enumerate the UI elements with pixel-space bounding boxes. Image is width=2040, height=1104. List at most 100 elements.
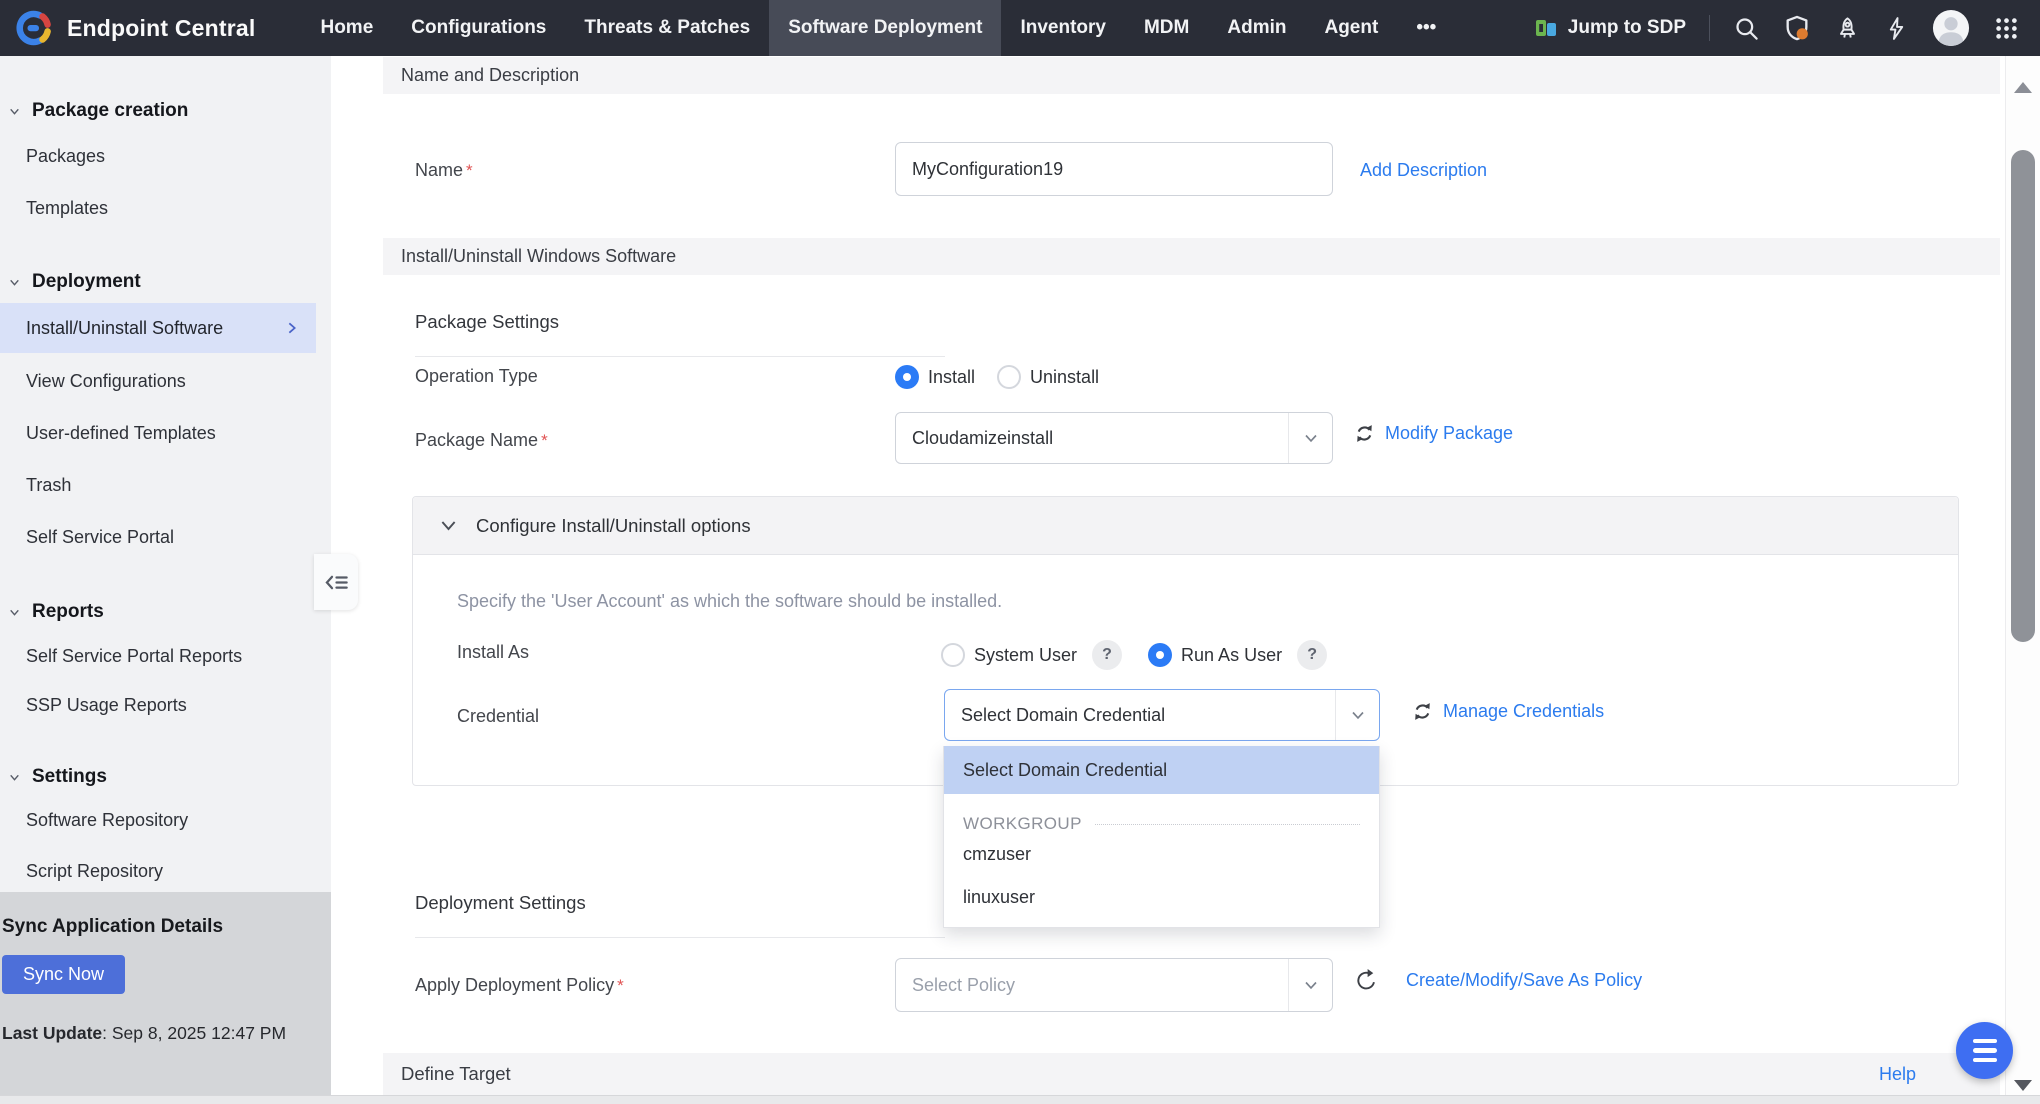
dropdown-option-cmzuser[interactable]: cmzuser [944,834,1379,875]
package-settings-heading: Package Settings [415,311,945,357]
brand[interactable]: Endpoint Central [0,0,301,56]
endpoint-central-logo-icon [14,8,54,48]
sidebar-item-software-repository[interactable]: Software Repository [26,810,188,831]
configuration-name-input[interactable] [895,142,1333,196]
create-modify-save-policy-link[interactable]: Create/Modify/Save As Policy [1406,970,1642,991]
policy-actions: Create/Modify/Save As Policy [1353,967,1642,994]
sidebar-item-packages[interactable]: Packages [26,146,105,167]
last-update-text: Last Update: Sep 8, 2025 12:47 PM [2,1023,321,1044]
chevron-down-icon [8,771,21,784]
sidebar-collapse-toggle[interactable] [314,554,358,610]
modify-package-link[interactable]: Modify Package [1385,423,1513,444]
configuration-form: Name and Description Name* Add Descripti… [383,56,2000,1104]
chevron-down-icon [1288,959,1332,1011]
nav-item-agent[interactable]: Agent [1305,0,1397,56]
jump-to-sdp-label: Jump to SDP [1568,17,1686,39]
scroll-up-arrow[interactable] [2014,82,2032,93]
section-header-name-description: Name and Description [383,57,2000,94]
search-icon[interactable] [1733,15,1760,42]
lightning-icon[interactable] [1884,16,1909,41]
nav-item-more-menu[interactable]: ••• [1397,0,1455,56]
package-name-select[interactable]: Cloudamizeinstall [895,412,1333,464]
sidebar-item-templates[interactable]: Templates [26,198,108,219]
configure-options-header[interactable]: Configure Install/Uninstall options [413,497,1958,555]
sidebar-item-install-uninstall-software[interactable]: Install/Uninstall Software [0,303,316,353]
name-field-label: Name* [415,160,473,181]
required-asterisk: * [466,161,473,180]
required-asterisk: * [617,976,624,995]
chevron-down-icon [8,276,21,289]
nav-item-software-deployment[interactable]: Software Deployment [769,0,1001,56]
sidebar-section-package-creation[interactable]: Package creation [8,100,188,122]
nav-item-configurations[interactable]: Configurations [392,0,565,56]
nav-item-admin[interactable]: Admin [1208,0,1305,56]
jump-to-sdp-link[interactable]: Jump to SDP [1534,16,1686,40]
sidebar-item-self-service-portal-reports[interactable]: Self Service Portal Reports [26,646,242,667]
install-radio[interactable] [895,365,919,389]
sidebar-section-deployment[interactable]: Deployment [8,271,141,293]
sidebar-item-user-defined-templates[interactable]: User-defined Templates [26,423,216,444]
refresh-packages-icon[interactable] [1353,422,1376,445]
deployment-settings-heading: Deployment Settings [415,892,945,938]
sidebar-item-view-configurations[interactable]: View Configurations [26,371,186,392]
vertical-scrollbar[interactable] [2005,56,2040,1095]
required-asterisk: * [541,431,548,451]
package-actions: Modify Package [1353,422,1513,445]
sidebar-item-ssp-usage-reports[interactable]: SSP Usage Reports [26,695,187,716]
uninstall-radio[interactable] [997,365,1021,389]
dropdown-option-linuxuser[interactable]: linuxuser [944,877,1379,918]
nav-utilities: Jump to SDP [1534,0,2040,56]
user-avatar[interactable] [1932,9,1970,47]
credential-actions: Manage Credentials [1411,700,1604,723]
credential-select[interactable]: Select Domain Credential [944,689,1380,741]
assistant-icon[interactable] [1834,15,1861,42]
install-account-hint: Specify the 'User Account' as which the … [457,591,1002,612]
chevron-down-icon [8,606,21,619]
section-header-define-target: Define Target Help [383,1053,2000,1095]
install-as-radio-group: System User ? Run As User ? [941,640,1327,670]
nav-item-threats-patches[interactable]: Threats & Patches [565,0,769,56]
manage-credentials-link[interactable]: Manage Credentials [1443,701,1604,722]
top-nav: Endpoint Central Home Configurations Thr… [0,0,2040,56]
sync-now-button[interactable]: Sync Now [2,955,125,994]
shield-security-icon[interactable] [1783,14,1811,42]
reload-policies-icon[interactable] [1353,967,1380,994]
chevron-down-icon [8,105,21,118]
radio-option-install: Install [895,365,975,389]
sidebar-item-trash[interactable]: Trash [26,475,71,496]
sdp-icon [1534,16,1558,40]
help-link[interactable]: Help [1879,1064,1916,1085]
nav-item-home[interactable]: Home [301,0,392,56]
floating-menu-button[interactable] [1956,1022,2013,1079]
group-divider [1095,824,1360,825]
chevron-down-icon [1288,413,1332,463]
sync-panel-title: Sync Application Details [2,916,321,938]
run-as-user-help-icon[interactable]: ? [1297,640,1327,670]
refresh-credentials-icon[interactable] [1411,700,1434,723]
run-as-user-radio[interactable] [1148,643,1172,667]
app-grid-icon[interactable] [1993,15,2020,42]
chevron-down-icon [1335,690,1379,740]
brand-name: Endpoint Central [67,15,255,42]
operation-type-radio-group: Install Uninstall [895,365,1099,389]
hamburger-icon [1973,1039,1997,1044]
sidebar-item-self-service-portal[interactable]: Self Service Portal [26,527,174,548]
system-user-help-icon[interactable]: ? [1092,640,1122,670]
add-description-link[interactable]: Add Description [1360,160,1487,181]
horizontal-scrollbar-track[interactable] [0,1095,2040,1104]
deployment-policy-select[interactable]: Select Policy [895,958,1333,1012]
system-user-radio[interactable] [941,643,965,667]
package-name-label: Package Name* [415,430,548,451]
sidebar-section-settings[interactable]: Settings [8,766,107,788]
credential-label: Credential [457,706,539,727]
nav-item-mdm[interactable]: MDM [1125,0,1208,56]
install-as-label: Install As [457,642,529,663]
scrollbar-thumb[interactable] [2011,150,2035,642]
sync-application-panel: Sync Application Details Sync Now Last U… [0,892,331,1104]
sidebar-item-script-repository[interactable]: Script Repository [26,861,163,882]
sidebar-section-reports[interactable]: Reports [8,601,104,623]
dropdown-option-select-domain-credential[interactable]: Select Domain Credential [944,746,1379,794]
chevron-down-icon [438,515,459,536]
nav-item-inventory[interactable]: Inventory [1001,0,1125,56]
scroll-down-arrow[interactable] [2014,1080,2032,1091]
